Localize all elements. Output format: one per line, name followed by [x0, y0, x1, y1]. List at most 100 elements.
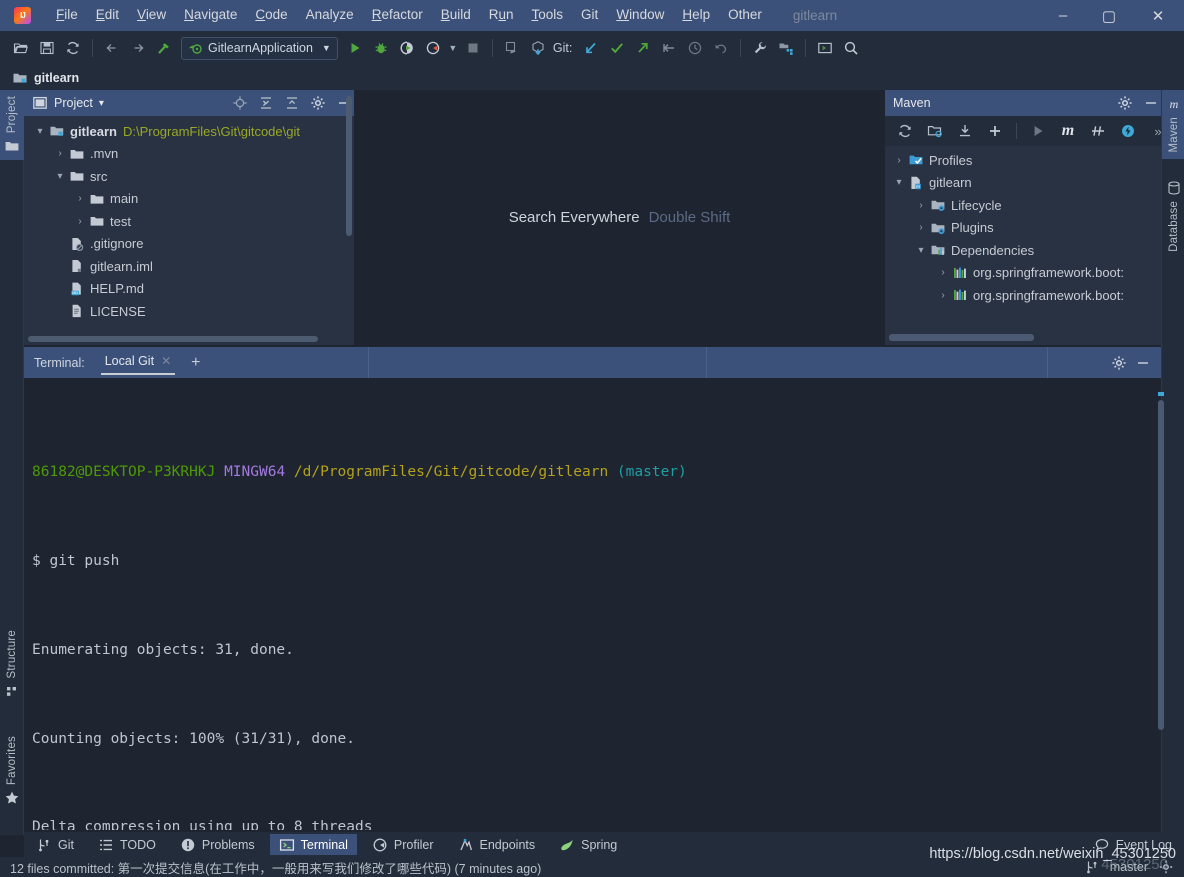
- tree-node[interactable]: ▾ Dependencies: [885, 239, 1161, 262]
- maximize-button[interactable]: ▢: [1086, 0, 1132, 31]
- chevron-down-icon[interactable]: ▾: [32, 126, 48, 137]
- terminal-tab-local-git[interactable]: Local Git ✕: [100, 350, 176, 375]
- menu-item-tools[interactable]: Tools: [523, 5, 573, 26]
- tree-node[interactable]: › test: [24, 210, 354, 233]
- tree-node[interactable]: › gitlearn.iml: [24, 255, 354, 278]
- toggle-offline-icon[interactable]: [1114, 119, 1142, 143]
- chevron-down-icon[interactable]: ▾: [891, 177, 907, 188]
- gear-icon[interactable]: [308, 93, 328, 113]
- tree-node[interactable]: › org.springframework.boot:: [885, 262, 1161, 285]
- profiler-run-icon[interactable]: [420, 35, 446, 61]
- tree-node[interactable]: › Lifecycle: [885, 194, 1161, 217]
- project-tree-hscrollbar[interactable]: [28, 336, 318, 342]
- menu-item-view[interactable]: View: [128, 5, 175, 26]
- chevron-down-icon[interactable]: ▾: [52, 171, 68, 182]
- menu-item-window[interactable]: Window: [607, 5, 673, 26]
- tree-node[interactable]: › org.springframework.boot:: [885, 284, 1161, 307]
- undo-icon[interactable]: [708, 35, 734, 61]
- bottom-tab-git[interactable]: Git: [27, 834, 83, 855]
- tree-node[interactable]: › LICENSE: [24, 300, 354, 323]
- git-rollback-icon[interactable]: [656, 35, 682, 61]
- bottom-tab-profiler[interactable]: Profiler: [363, 834, 443, 855]
- chevron-right-icon[interactable]: ›: [913, 200, 929, 211]
- toggle-skip-tests-icon[interactable]: [1084, 119, 1112, 143]
- profiler-dropdown-icon[interactable]: ▼: [446, 35, 460, 61]
- sidebar-item-project[interactable]: Project: [0, 90, 24, 161]
- tree-node[interactable]: ▾ gitlearn D:\ProgramFiles\Git\gitcode\git: [24, 120, 354, 143]
- tree-node[interactable]: › Plugins: [885, 217, 1161, 240]
- tree-node[interactable]: › main: [24, 188, 354, 211]
- minimize-button[interactable]: –: [1040, 0, 1086, 31]
- chevron-right-icon[interactable]: ›: [72, 216, 88, 227]
- minimize-panel-icon[interactable]: [1133, 353, 1153, 373]
- chevron-right-icon[interactable]: ›: [52, 148, 68, 159]
- chevron-down-icon[interactable]: ▼: [322, 43, 331, 53]
- bottom-tab-endpoints[interactable]: Endpoints: [449, 834, 545, 855]
- wrench-icon[interactable]: [747, 35, 773, 61]
- chevron-down-icon[interactable]: ▾: [913, 245, 929, 256]
- run-icon[interactable]: [342, 35, 368, 61]
- sidebar-item-favorites[interactable]: Favorites: [0, 730, 24, 812]
- hammer-build-icon[interactable]: [151, 35, 177, 61]
- chevron-right-icon[interactable]: ›: [891, 155, 907, 166]
- menu-item-file[interactable]: File: [47, 5, 87, 26]
- maven-tree[interactable]: › Profiles ▾ m gitlearn › Lifecycle › Plugins ▾ De…: [885, 146, 1161, 307]
- update-project-icon[interactable]: [499, 35, 525, 61]
- commit-icon[interactable]: [525, 35, 551, 61]
- expand-all-icon[interactable]: [256, 93, 276, 113]
- breadcrumb-project[interactable]: gitlearn: [34, 71, 79, 85]
- menu-item-build[interactable]: Build: [432, 5, 480, 26]
- gear-icon[interactable]: [1109, 353, 1129, 373]
- bottom-tab-problems[interactable]: Problems: [171, 834, 264, 855]
- sidebar-item-database[interactable]: Database: [1162, 174, 1184, 258]
- chevron-right-icon[interactable]: ›: [935, 290, 951, 301]
- stop-icon[interactable]: [460, 35, 486, 61]
- chevron-right-icon[interactable]: ›: [72, 193, 88, 204]
- terminal-icon[interactable]: [812, 35, 838, 61]
- terminal-output[interactable]: 86182@DESKTOP-P3KRHKJ MINGW64 /d/Program…: [24, 378, 1161, 830]
- history-icon[interactable]: [682, 35, 708, 61]
- bottom-tab-spring[interactable]: Spring: [550, 834, 626, 855]
- locate-icon[interactable]: [230, 93, 250, 113]
- tree-node[interactable]: ▾ m gitlearn: [885, 172, 1161, 195]
- menu-item-code[interactable]: Code: [246, 5, 296, 26]
- maven-goal-icon[interactable]: m: [1054, 119, 1082, 143]
- menu-item-analyze[interactable]: Analyze: [297, 5, 363, 26]
- menu-item-navigate[interactable]: Navigate: [175, 5, 246, 26]
- tree-node[interactable]: › .gitignore: [24, 233, 354, 256]
- git-update-icon[interactable]: [578, 35, 604, 61]
- chevron-down-icon[interactable]: ▾: [99, 98, 104, 109]
- collapse-all-icon[interactable]: [282, 93, 302, 113]
- git-commit-check-icon[interactable]: [604, 35, 630, 61]
- menu-item-run[interactable]: Run: [480, 5, 523, 26]
- save-icon[interactable]: [34, 35, 60, 61]
- more-chevrons-icon[interactable]: »: [1144, 119, 1172, 143]
- maven-tree-hscrollbar[interactable]: [889, 334, 1034, 341]
- add-maven-project-icon[interactable]: [921, 119, 949, 143]
- gear-icon[interactable]: [1115, 93, 1135, 113]
- chevron-right-icon[interactable]: ›: [913, 222, 929, 233]
- reload-all-projects-icon[interactable]: [891, 119, 919, 143]
- tree-node[interactable]: › MD HELP.md: [24, 278, 354, 301]
- tree-node[interactable]: ▾ src: [24, 165, 354, 188]
- sidebar-item-structure[interactable]: Structure: [0, 624, 24, 705]
- bottom-tab-terminal[interactable]: Terminal: [269, 834, 357, 855]
- project-structure-icon[interactable]: [773, 35, 799, 61]
- forward-arrow-icon[interactable]: [125, 35, 151, 61]
- search-icon[interactable]: [838, 35, 864, 61]
- close-icon[interactable]: ✕: [161, 354, 171, 368]
- menu-item-git[interactable]: Git: [572, 5, 607, 26]
- tree-node[interactable]: › .mvn: [24, 143, 354, 166]
- git-push-icon[interactable]: [630, 35, 656, 61]
- run-with-coverage-icon[interactable]: [394, 35, 420, 61]
- add-terminal-tab-button[interactable]: +: [191, 354, 200, 372]
- bottom-tab-todo[interactable]: TODO: [89, 834, 165, 855]
- project-tree-vscrollbar[interactable]: [346, 96, 352, 236]
- plus-icon[interactable]: [981, 119, 1009, 143]
- menu-item-refactor[interactable]: Refactor: [363, 5, 432, 26]
- run-configuration-selector[interactable]: GitlearnApplication ▼: [181, 36, 338, 60]
- menu-item-edit[interactable]: Edit: [87, 5, 128, 26]
- sync-icon[interactable]: [60, 35, 86, 61]
- minimize-panel-icon[interactable]: [1141, 93, 1161, 113]
- run-icon[interactable]: [1024, 119, 1052, 143]
